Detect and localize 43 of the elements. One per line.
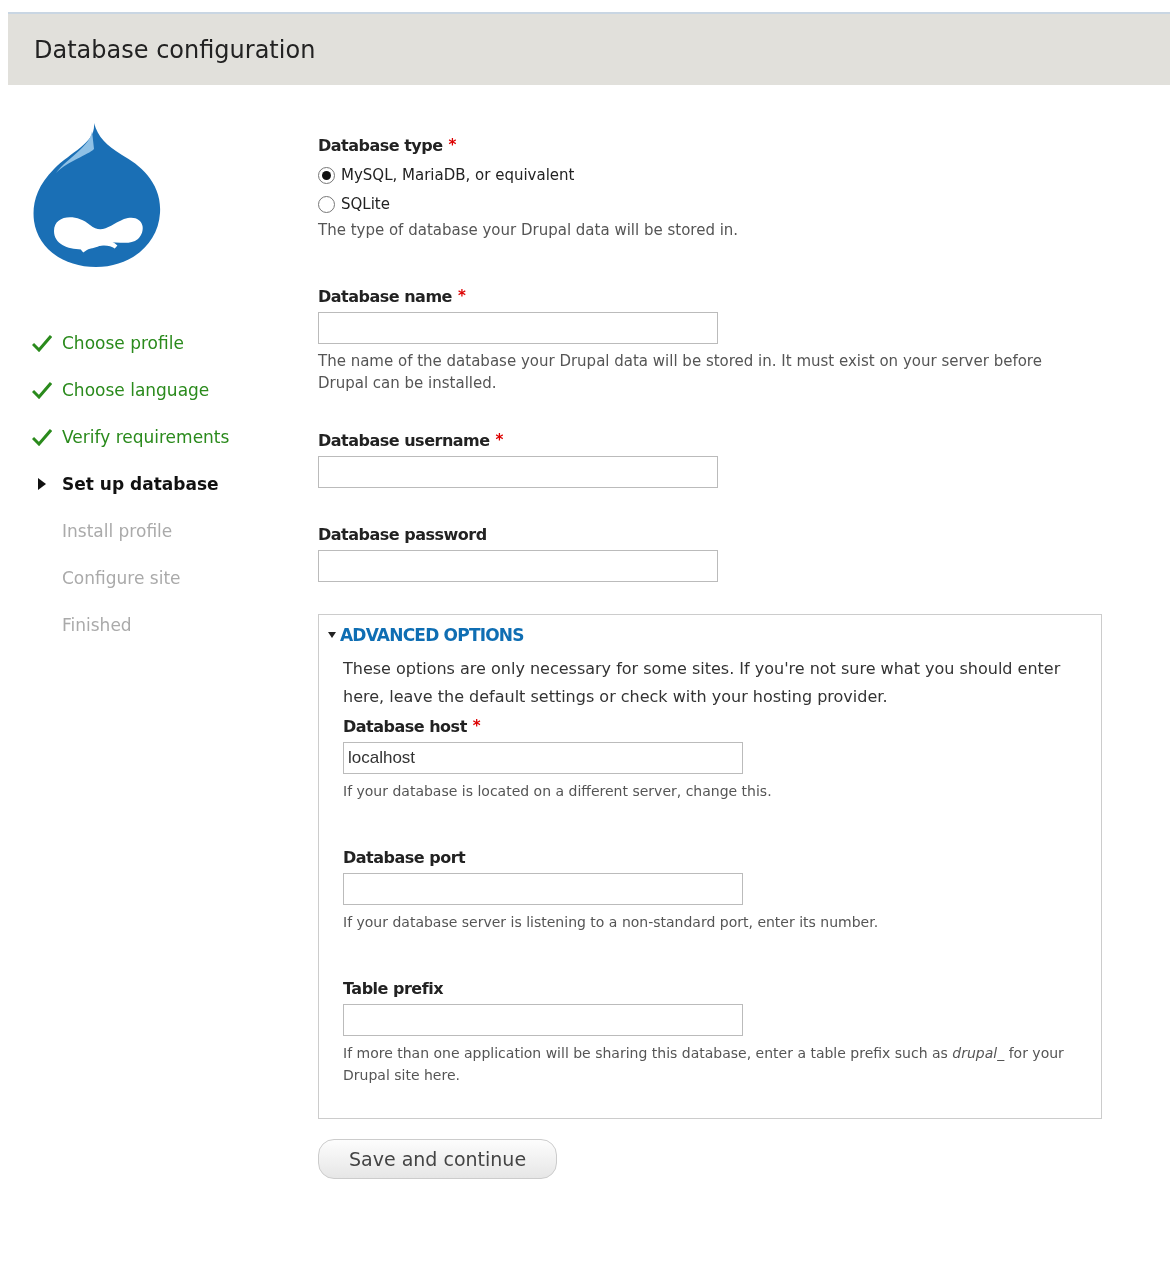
step-label: Choose profile <box>62 332 184 353</box>
text-field[interactable] <box>343 873 743 905</box>
save-button[interactable]: Save and continue <box>318 1139 558 1179</box>
radio-label[interactable]: SQLite <box>341 195 390 213</box>
required-mark: * <box>457 287 466 306</box>
text-field[interactable] <box>318 456 718 488</box>
advanced-options-toggle[interactable]: ADVANCED OPTIONS <box>328 625 524 645</box>
triangle-icon <box>38 477 46 490</box>
text-field[interactable] <box>318 312 718 344</box>
help-text: If more than one application will be sharing this database, enter a table prefix such as drupal_ for your Drupal site here. <box>343 1044 1065 1085</box>
step-label: Choose language <box>62 379 210 400</box>
field-label: Database type <box>318 136 443 155</box>
field-label: Table prefix <box>343 979 443 998</box>
field-label: Database host <box>343 717 467 736</box>
page-title: Database configuration <box>34 35 316 64</box>
help-text: If your database is located on a different server, change this. <box>343 782 773 801</box>
help-text: The name of the database your Drupal data will be stored in. It must exist on your server before Drupal can be installed. <box>318 351 1043 394</box>
checkmark-icon <box>32 380 52 399</box>
step-label: Set up database <box>62 473 219 494</box>
text-field[interactable]: localhost <box>343 742 743 774</box>
caret-icon <box>328 632 336 638</box>
checkmark-icon <box>32 333 52 352</box>
radio-button[interactable] <box>318 166 335 184</box>
field-label: Database password <box>318 525 487 544</box>
step-label: Install profile <box>62 520 173 541</box>
required-mark: * <box>472 717 481 736</box>
help-text: The type of database your Drupal data will be stored in. <box>318 220 740 241</box>
step-label: Verify requirements <box>62 426 230 447</box>
step-label: Configure site <box>62 567 181 588</box>
drop-logo-icon <box>32 121 162 269</box>
radio-button[interactable] <box>318 195 335 213</box>
text-field[interactable] <box>343 1004 743 1036</box>
required-mark: * <box>495 431 503 450</box>
field-label: Database port <box>343 848 466 867</box>
required-mark: * <box>448 136 456 155</box>
radio-label[interactable]: MySQL, MariaDB, or equivalent <box>341 166 575 184</box>
checkmark-icon <box>32 427 52 446</box>
field-label: Database name <box>318 287 452 306</box>
intro-text: These options are only necessary for some sites. If you're not sure what you should enter here, leave the default settings or check with your hosting provider. <box>343 658 1062 708</box>
field-label: Database username <box>318 431 490 450</box>
help-text: If your database server is listening to a non-standard port, enter its number. <box>343 913 880 932</box>
step-label: Finished <box>62 614 132 635</box>
text-field[interactable] <box>318 550 718 582</box>
